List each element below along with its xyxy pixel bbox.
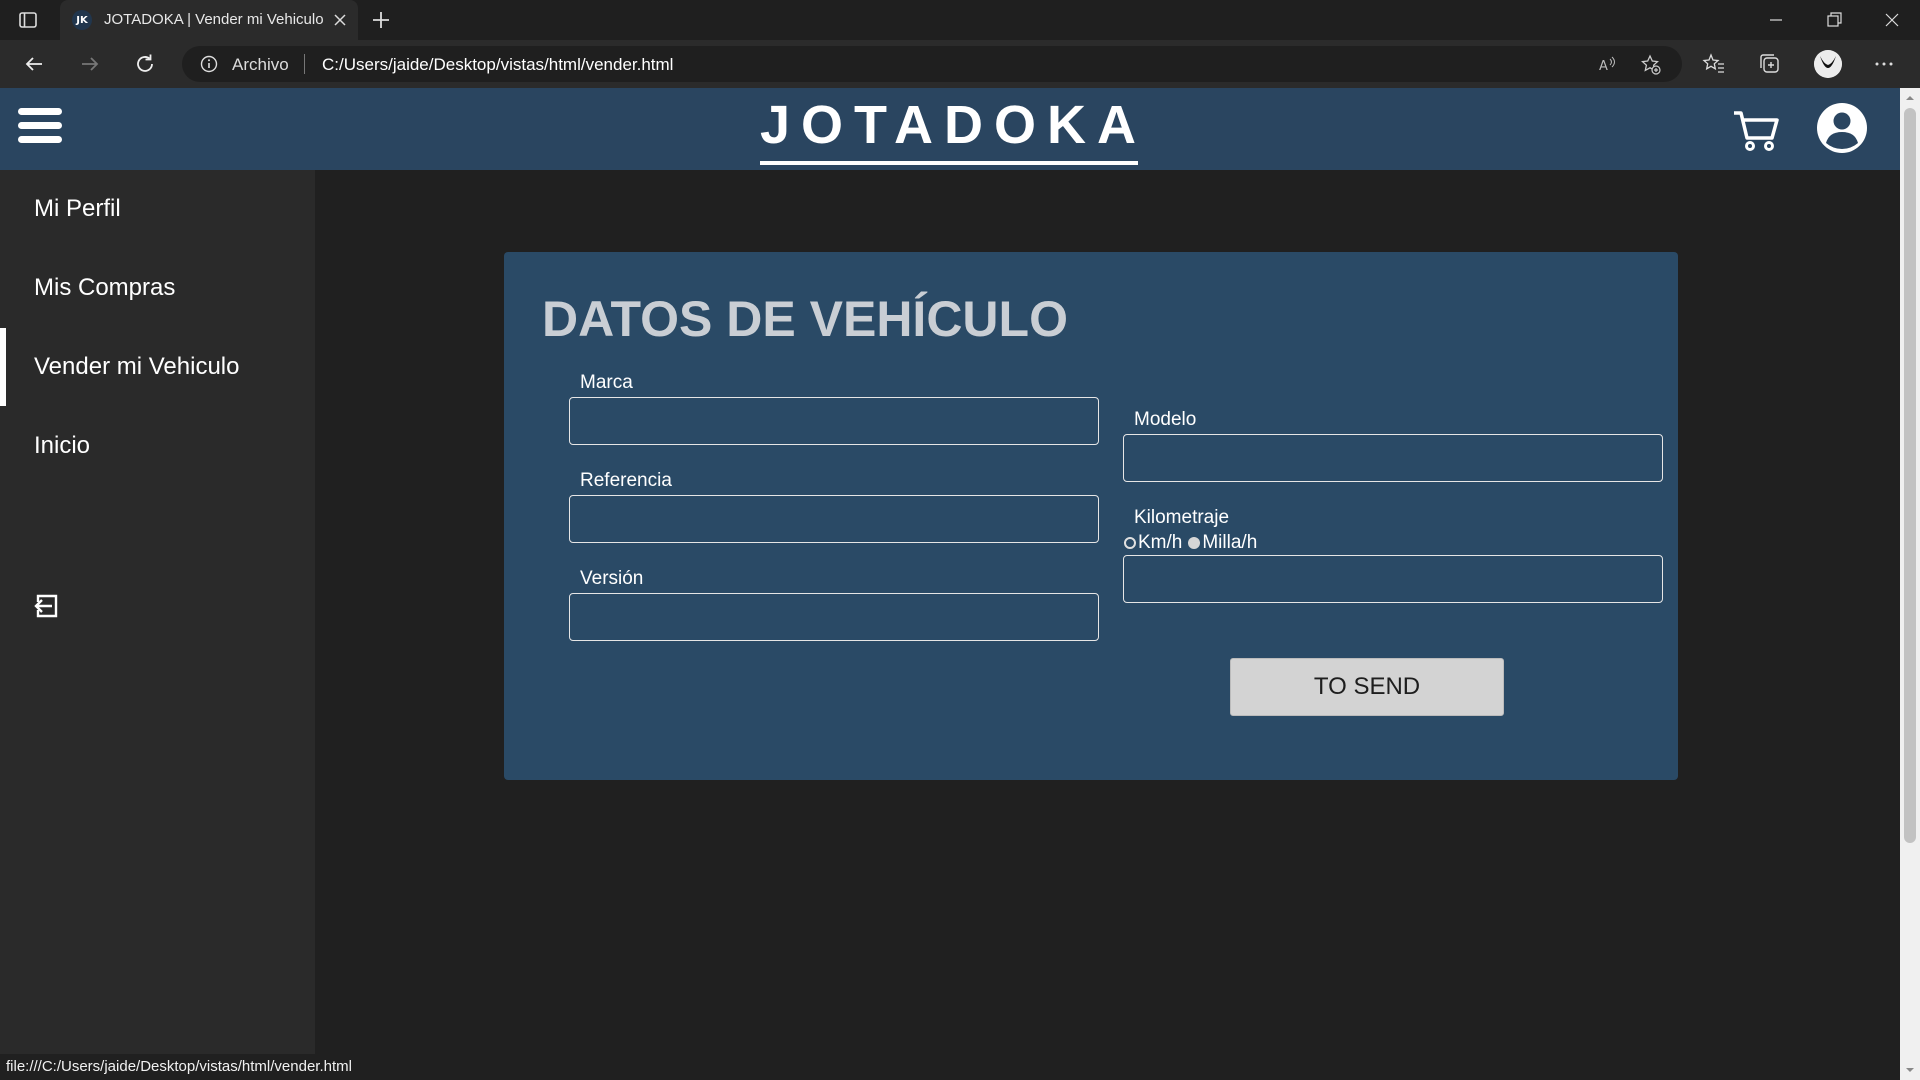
address-separator (304, 54, 305, 74)
modelo-label: Modelo (1134, 409, 1197, 430)
browser-tab[interactable]: JK JOTADOKA | Vender mi Vehiculo (60, 0, 358, 40)
site-info-label[interactable]: Archivo (232, 55, 289, 75)
forward-arrow-icon[interactable] (78, 52, 102, 76)
kilometraje-input[interactable] (1123, 555, 1663, 603)
add-favorite-icon[interactable] (1640, 54, 1662, 76)
vehicle-form-card: DATOS DE VEHÍCULO Marca Referencia Versi… (504, 252, 1678, 780)
scroll-up-arrow-icon[interactable] (1904, 92, 1916, 104)
referencia-input[interactable] (569, 495, 1099, 543)
address-bar[interactable]: Archivo C:/Users/jaide/Desktop/vistas/ht… (182, 46, 1682, 82)
close-tab-icon[interactable] (330, 10, 350, 30)
marca-label: Marca (580, 372, 633, 393)
minimize-icon[interactable] (1764, 8, 1788, 32)
unit-radio-group: Km/h Milla/h (1124, 532, 1257, 554)
refresh-icon[interactable] (133, 52, 157, 76)
form-title: DATOS DE VEHÍCULO (542, 291, 1068, 347)
sidebar-item-vender-mi-vehiculo[interactable]: Vender mi Vehiculo (0, 328, 315, 406)
kmh-radio[interactable] (1124, 537, 1136, 549)
millah-radio[interactable] (1188, 537, 1201, 549)
cart-icon[interactable] (1732, 108, 1780, 152)
sidebar-item-label: Mis Compras (34, 274, 176, 301)
millah-label[interactable]: Milla/h (1202, 532, 1257, 554)
brand-logo[interactable]: JOTADOKA (760, 92, 1140, 158)
svg-text:A: A (1599, 59, 1608, 74)
read-aloud-icon[interactable]: A (1596, 54, 1618, 76)
scroll-down-arrow-icon[interactable] (1904, 1064, 1916, 1076)
scrollbar-thumb[interactable] (1904, 108, 1916, 843)
sidebar-item-inicio[interactable]: Inicio (0, 407, 315, 485)
browser-tab-strip: JK JOTADOKA | Vender mi Vehiculo (0, 0, 1920, 40)
sidebar-item-mis-compras[interactable]: Mis Compras (0, 249, 315, 327)
sidebar-item-label: Inicio (34, 432, 91, 459)
site-header: JOTADOKA (0, 88, 1900, 170)
vertical-scrollbar[interactable] (1900, 88, 1920, 1080)
close-window-icon[interactable] (1880, 8, 1904, 32)
user-account-icon[interactable] (1816, 102, 1868, 154)
tab-actions-icon[interactable] (18, 10, 38, 30)
tab-title: JOTADOKA | Vender mi Vehiculo (104, 11, 324, 28)
kmh-label[interactable]: Km/h (1138, 532, 1182, 554)
status-bar-url: file:///C:/Users/jaide/Desktop/vistas/ht… (0, 1054, 360, 1080)
profile-picture-icon (1814, 50, 1842, 78)
sidebar: Mi Perfil Mis Compras Vender mi Vehiculo… (0, 170, 315, 1080)
back-arrow-icon[interactable] (22, 52, 46, 76)
profile-avatar[interactable] (1814, 50, 1842, 78)
tab-favicon: JK (72, 10, 92, 30)
more-options-icon[interactable] (1872, 52, 1896, 76)
send-button[interactable]: TO SEND (1230, 658, 1504, 716)
url-text[interactable]: C:/Users/jaide/Desktop/vistas/html/vende… (322, 55, 673, 75)
kilometraje-label: Kilometraje (1134, 507, 1230, 528)
page-viewport: JOTADOKA Mi Perfil Mis Compras Vender mi… (0, 88, 1900, 1080)
browser-toolbar: Archivo C:/Users/jaide/Desktop/vistas/ht… (0, 40, 1920, 88)
referencia-label: Referencia (580, 470, 672, 491)
brand-underline (760, 161, 1138, 165)
modelo-input[interactable] (1123, 434, 1663, 482)
info-icon[interactable] (200, 55, 218, 73)
new-tab-icon[interactable] (370, 9, 392, 31)
version-label: Versión (580, 568, 644, 589)
version-input[interactable] (569, 593, 1099, 641)
logout-icon[interactable] (32, 592, 60, 620)
restore-icon[interactable] (1822, 8, 1846, 32)
marca-input[interactable] (569, 397, 1099, 445)
favorites-icon[interactable] (1702, 52, 1726, 76)
sidebar-item-label: Vender mi Vehiculo (34, 353, 240, 380)
collections-icon[interactable] (1758, 52, 1782, 76)
sidebar-item-mi-perfil[interactable]: Mi Perfil (0, 170, 315, 248)
hamburger-menu-icon[interactable] (18, 108, 62, 148)
sidebar-item-label: Mi Perfil (34, 195, 121, 222)
